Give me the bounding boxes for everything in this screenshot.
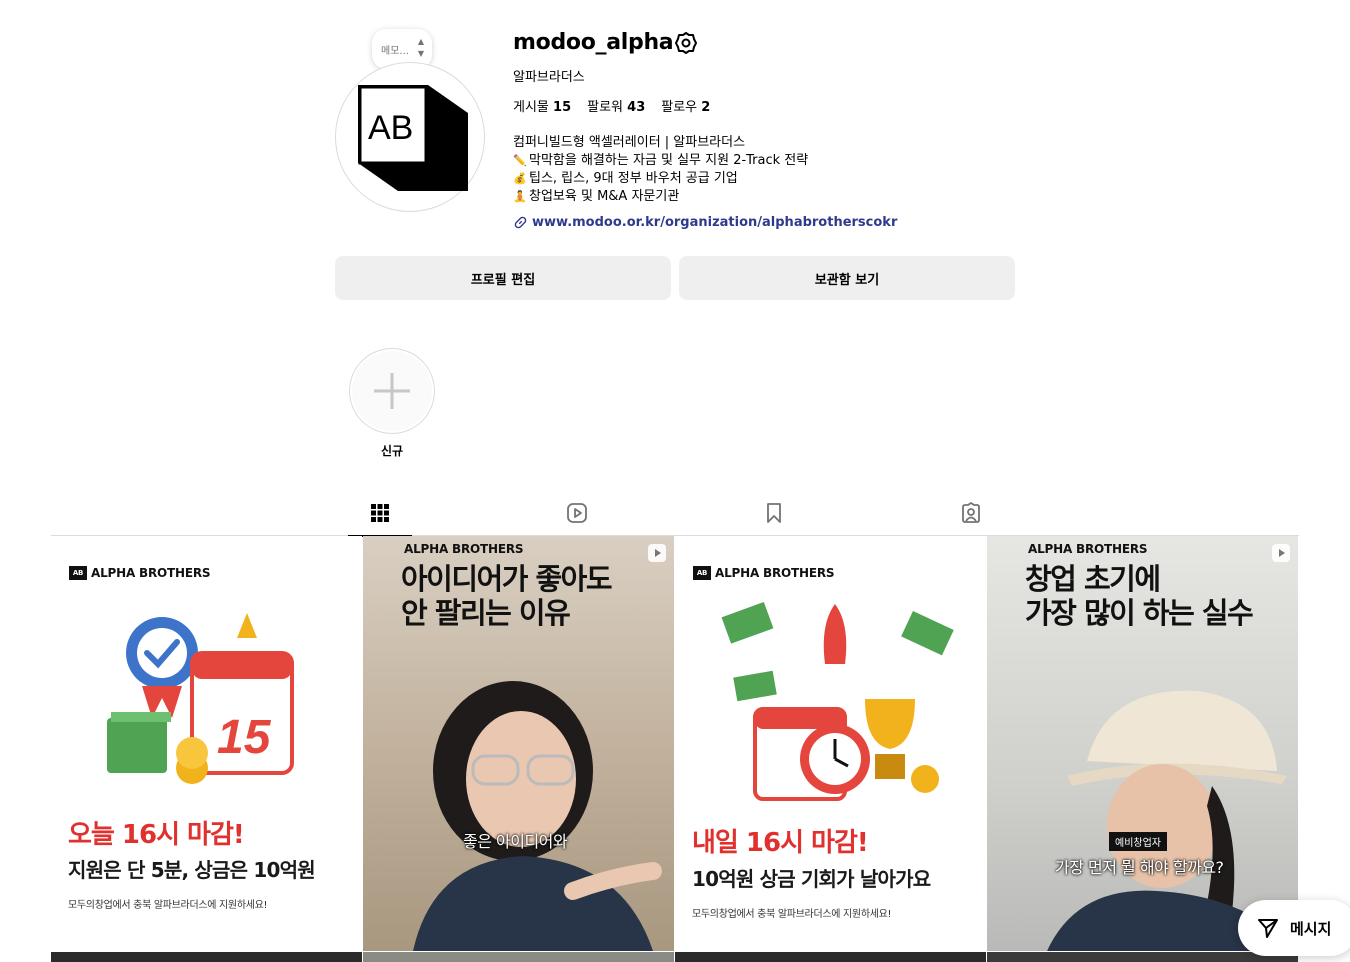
post-headline-red: 오늘 16시 마감! — [68, 820, 245, 850]
reels-icon — [567, 503, 587, 523]
post-headline-red: 내일 16시 마감! — [692, 828, 869, 858]
reel-subtitle: 가장 먼저 뭘 해야 할까요? — [1055, 858, 1224, 877]
meditation-emoji-icon: 🧘 — [513, 190, 527, 203]
post-tile-partial[interactable] — [51, 952, 362, 962]
post-headline: 지원은 단 5분, 상금은 10억원 — [68, 858, 316, 882]
note-arrows-icon: ▲ ▼ — [417, 37, 424, 58]
post-note: 모두의창업에서 충북 알파브라더스에 지원하세요! — [692, 909, 892, 920]
tagged-user-icon — [962, 502, 980, 523]
brand-logo-icon: AB — [69, 566, 87, 580]
plus-icon — [374, 373, 410, 409]
bookmark-icon — [767, 503, 781, 523]
message-button[interactable]: 메시지 — [1238, 900, 1350, 956]
reel-tile[interactable]: ALPHA BROTHERS 아이디어가 좋아도 안 팔리는 이유 좋은 아이디… — [363, 536, 674, 951]
alpha-brothers-logo: AB — [358, 85, 468, 191]
view-archive-button[interactable]: 보관함 보기 — [679, 256, 1015, 300]
post-note: 모두의창업에서 충북 알파브라더스에 지원하세요! — [68, 900, 268, 911]
followers-count: 43 — [627, 100, 646, 115]
posts-stat[interactable]: 게시물 15 — [513, 96, 571, 115]
reel-subtitle: 좋은 아이디어와 — [463, 832, 568, 851]
post-brand: AB ALPHA BROTHERS — [693, 566, 835, 580]
post-headline: 10억원 상금 기회가 날아가요 — [692, 867, 931, 891]
reel-title: 창업 초기에 가장 많이 하는 실수 — [1025, 562, 1254, 630]
deadline-illustration: 15 — [107, 613, 294, 784]
bio-line: 🧘 창업보육 및 M&A 자문기관 — [513, 189, 680, 204]
calendar-number: 15 — [217, 711, 272, 764]
posts-count: 15 — [553, 100, 572, 115]
new-highlight-inner — [352, 351, 432, 431]
followers-label: 팔로워 — [587, 100, 624, 115]
brand-logo-icon: AB — [693, 566, 711, 580]
note-placeholder: 메모... — [381, 46, 409, 57]
link-icon — [514, 216, 527, 229]
profile-link[interactable]: www.modoo.or.kr/organization/alphabrothe… — [513, 215, 897, 230]
username: modoo_alpha — [513, 30, 674, 55]
link-text: www.modoo.or.kr/organization/alphabrothe… — [532, 215, 898, 230]
full-name: 알파브라더스 — [513, 70, 585, 85]
post-tile[interactable]: AB ALPHA BROTHERS 내일 16시 마감! 10억원 상금 기회가… — [675, 536, 986, 951]
post-brand: ALPHA BROTHERS — [404, 542, 524, 556]
bio-line: ✏️ 막막함을 해결하는 자금 및 실무 지원 2-Track 전략 — [513, 153, 809, 168]
tab-saved[interactable] — [742, 490, 806, 536]
bio: 컴퍼니빌드형 액셀러레이터 | 알파브라더스 ✏️ 막막함을 해결하는 자금 및 … — [513, 134, 808, 206]
pencil-emoji-icon: ✏️ — [513, 154, 527, 167]
post-tile-partial[interactable] — [363, 952, 674, 962]
paper-plane-icon — [1258, 919, 1278, 938]
money-bag-emoji-icon: 💰 — [513, 172, 527, 185]
post-tile-partial[interactable] — [675, 952, 986, 962]
posts-label: 게시물 — [513, 100, 549, 115]
message-label: 메시지 — [1290, 919, 1332, 938]
tab-tagged[interactable] — [939, 490, 1003, 536]
post-tile-partial[interactable] — [987, 952, 1298, 962]
deadline-rocket-illustration — [721, 601, 954, 801]
bio-line: 💰 팁스, 립스, 9대 정부 바우처 공급 기업 — [513, 171, 738, 186]
following-label: 팔로우 — [661, 100, 698, 115]
tab-posts[interactable] — [348, 490, 412, 537]
reel-play-icon — [648, 544, 666, 562]
post-brand: AB ALPHA BROTHERS — [69, 566, 211, 580]
reel-title: 아이디어가 좋아도 안 팔리는 이유 — [401, 562, 613, 630]
posts-grid: AB ALPHA BROTHERS 15 오늘 16시 마감! 지원은 단 5분… — [51, 536, 1299, 962]
following-count: 2 — [701, 100, 711, 115]
new-highlight-label: 신규 — [380, 444, 404, 458]
post-brand: ALPHA BROTHERS — [1028, 542, 1148, 556]
profile-stats: 게시물 15 팔로워 43 팔로우 2 — [513, 96, 710, 115]
edit-profile-button[interactable]: 프로필 편집 — [335, 256, 671, 300]
reel-play-icon — [1272, 544, 1290, 562]
followers-stat[interactable]: 팔로워 43 — [587, 96, 645, 115]
new-highlight-button[interactable] — [349, 348, 435, 434]
reel-tag: 예비창업자 — [1109, 832, 1167, 851]
avatar-logo-text: AB — [368, 109, 413, 147]
bio-line: 컴퍼니빌드형 액셀러레이터 | 알파브라더스 — [513, 135, 746, 150]
tab-reels[interactable] — [545, 490, 609, 536]
reel-tile[interactable]: ALPHA BROTHERS 창업 초기에 가장 많이 하는 실수 예비창업자 … — [987, 536, 1298, 951]
grid-icon — [371, 504, 389, 522]
profile-tabs — [51, 490, 1299, 537]
settings-icon[interactable] — [674, 31, 698, 55]
following-stat[interactable]: 팔로우 2 — [661, 96, 710, 115]
profile-avatar[interactable]: AB — [335, 62, 485, 212]
presenter-illustration — [413, 681, 662, 951]
post-tile[interactable]: AB ALPHA BROTHERS 15 오늘 16시 마감! 지원은 단 5분… — [51, 536, 362, 951]
